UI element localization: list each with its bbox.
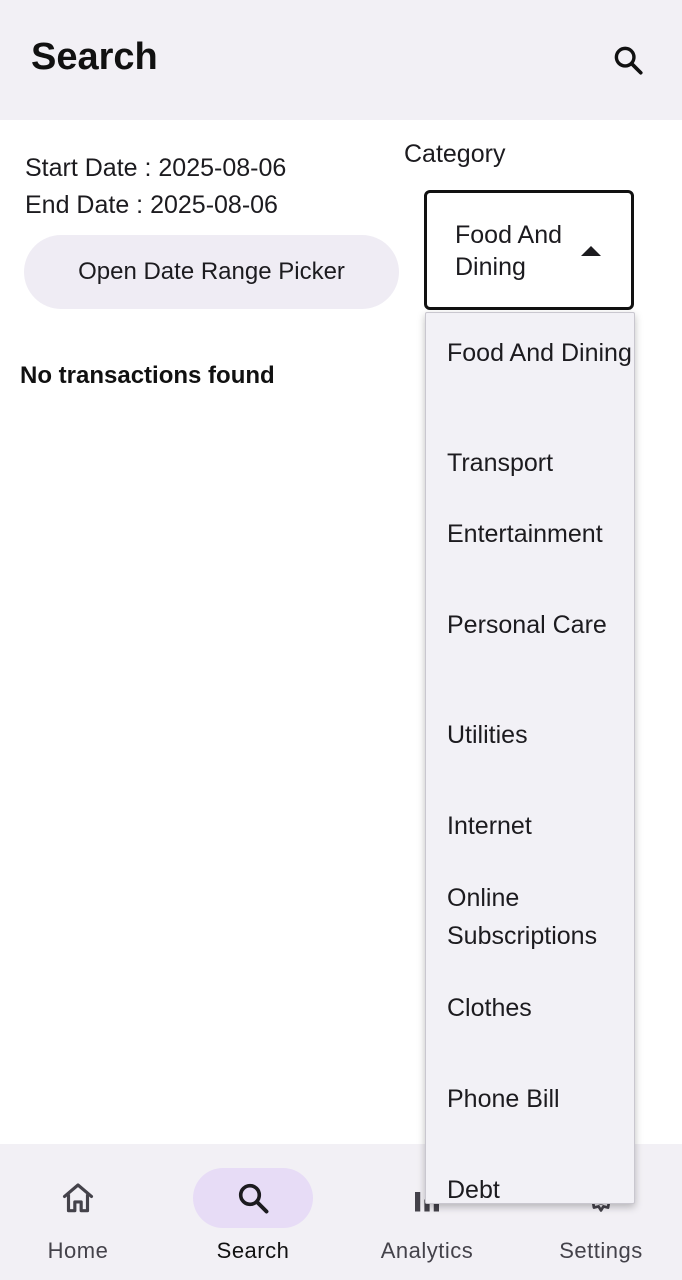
start-date-text: Start Date : 2025-08-06: [25, 154, 287, 182]
search-icon: [238, 1183, 269, 1214]
dropdown-item[interactable]: Clothes: [447, 989, 632, 1027]
empty-results-message: No transactions found: [20, 362, 275, 389]
dropdown-item[interactable]: Transport: [447, 444, 632, 482]
date-range-summary: Start Date : 2025-08-06 End Date : 2025-…: [25, 150, 286, 224]
dropdown-item[interactable]: Entertainment: [447, 515, 632, 553]
category-label: Category: [404, 140, 506, 168]
dropdown-item[interactable]: Phone Bill: [447, 1080, 632, 1118]
category-dropdown-menu: Food And Dining Transport Entertainment …: [425, 312, 635, 1204]
nav-item-search[interactable]: Search: [193, 1144, 313, 1280]
nav-item-home[interactable]: Home: [18, 1144, 138, 1280]
nav-label-settings: Settings: [559, 1238, 643, 1263]
category-selected-value: Food And Dining: [455, 221, 563, 281]
open-date-range-picker-button[interactable]: Open Date Range Picker: [24, 235, 399, 309]
category-select[interactable]: Food And Dining: [424, 190, 634, 310]
dropdown-item[interactable]: Food And Dining: [447, 334, 632, 372]
nav-label-analytics: Analytics: [380, 1238, 474, 1263]
dropdown-item[interactable]: Online Subscriptions: [447, 879, 632, 955]
active-nav-indicator: [193, 1168, 313, 1228]
search-button[interactable]: [604, 36, 652, 84]
search-icon: [614, 46, 643, 75]
dropdown-item[interactable]: Utilities: [447, 716, 632, 754]
search-screen: Search Start Date : 2025-08-06 End Date …: [0, 0, 682, 1280]
end-date-text: End Date : 2025-08-06: [25, 191, 278, 219]
dropdown-item[interactable]: Debt: [447, 1171, 632, 1203]
page-title: Search: [31, 36, 158, 78]
app-bar: Search: [0, 0, 682, 120]
dropdown-item[interactable]: Personal Care: [447, 606, 632, 644]
dropdown-item[interactable]: Internet: [447, 807, 632, 845]
caret-up-icon: [581, 246, 601, 256]
nav-label-search: Search: [216, 1238, 290, 1263]
nav-label-home: Home: [47, 1238, 109, 1263]
home-icon: [62, 1183, 94, 1213]
